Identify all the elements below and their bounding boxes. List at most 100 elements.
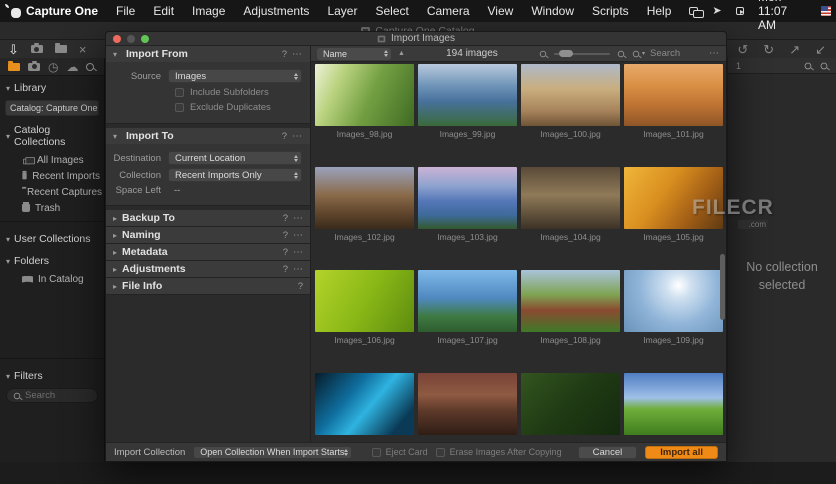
catalog-selector[interactable]: Catalog: Capture One Ca (5, 100, 99, 116)
sidebar-search-input[interactable] (25, 390, 85, 401)
menu-edit[interactable]: Edit (153, 4, 174, 18)
eject-card-row[interactable]: Eject Card (371, 447, 428, 457)
image-thumbnail[interactable] (418, 373, 517, 435)
sort-field-dropdown[interactable]: Name (317, 47, 391, 60)
menu-layer[interactable]: Layer (327, 4, 357, 18)
menu-view[interactable]: View (488, 4, 514, 18)
displays-icon[interactable] (689, 7, 705, 18)
zoom-window-button[interactable] (141, 35, 149, 43)
minimize-window-button[interactable] (127, 35, 135, 43)
image-thumbnail[interactable] (315, 373, 414, 435)
image-thumbnail[interactable] (624, 64, 723, 126)
image-thumbnail[interactable] (624, 373, 723, 435)
backup-to-header[interactable]: ▸ Backup To ? ⋯ (106, 210, 310, 227)
naming-header[interactable]: ▸ Naming ? ⋯ (106, 227, 310, 244)
include-subfolders-checkbox[interactable] (175, 88, 184, 97)
help-icon[interactable]: ? (283, 213, 288, 224)
menu-adjustments[interactable]: Adjustments (243, 4, 309, 18)
close-window-button[interactable] (113, 35, 121, 43)
import-arrow-icon[interactable]: ↙ (815, 43, 826, 56)
thumbnail-size-slider[interactable] (553, 50, 610, 57)
metadata-tab-icon[interactable] (86, 62, 95, 71)
eject-card-checkbox[interactable] (371, 447, 381, 457)
image-cell[interactable]: Images_107.jpg (418, 270, 517, 345)
menu-window[interactable]: Window (531, 4, 574, 18)
image-cell[interactable]: Images_106.jpg (315, 270, 414, 345)
image-cell[interactable]: Images_100.jpg (521, 64, 620, 139)
image-thumbnail[interactable] (418, 270, 517, 332)
more-icon[interactable]: ⋯ (293, 213, 303, 224)
import-images-icon[interactable]: ⇩ (8, 43, 19, 56)
image-cell[interactable]: Images_108.jpg (521, 270, 620, 345)
grid-scrollbar[interactable] (720, 254, 725, 320)
browser-search[interactable]: ▾ (632, 48, 702, 59)
more-icon[interactable]: ⋯ (293, 230, 303, 241)
library-tab-icon[interactable] (8, 60, 20, 71)
destination-dropdown[interactable]: Current Location (168, 151, 302, 165)
user-collections-header[interactable]: ▾ User Collections (0, 227, 104, 249)
undo-icon[interactable]: ↺ (737, 43, 748, 56)
import-to-header[interactable]: ▾ Import To ? ⋯ (106, 128, 310, 144)
collection-dropdown[interactable]: Recent Imports Only (168, 168, 302, 182)
menu-clock[interactable]: Mon 11:07 AM (758, 0, 807, 32)
sidebar-item-in-catalog[interactable]: In Catalog (0, 271, 104, 287)
edit-folder-icon[interactable] (54, 43, 67, 53)
import-from-header[interactable]: ▾ Import From ? ⋯ (106, 46, 310, 62)
sidebar-item-recent-captures[interactable]: Recent Captures (0, 184, 104, 200)
image-thumbnail[interactable] (521, 167, 620, 229)
image-thumbnail[interactable] (418, 64, 517, 126)
sidebar-item-trash[interactable]: Trash (0, 200, 104, 216)
metadata-header[interactable]: ▸ Metadata ? ⋯ (106, 244, 310, 261)
image-thumbnail[interactable] (418, 167, 517, 229)
menu-select[interactable]: Select (375, 4, 408, 18)
library-section-header[interactable]: ▾ Library (0, 76, 104, 98)
input-language-flag-icon[interactable] (820, 6, 831, 16)
image-cell[interactable]: Images_109.jpg (624, 270, 723, 345)
erase-images-checkbox[interactable] (435, 447, 445, 457)
help-icon[interactable]: ? (298, 281, 303, 292)
image-thumbnail[interactable] (315, 64, 414, 126)
image-thumbnail[interactable] (624, 270, 723, 332)
sidebar-item-all-images[interactable]: All Images (0, 152, 104, 168)
more-icon[interactable]: ⋯ (293, 264, 303, 275)
redo-icon[interactable]: ↻ (763, 43, 774, 56)
image-cell[interactable]: Images_103.jpg (418, 167, 517, 242)
more-icon[interactable]: ⋯ (292, 49, 303, 60)
sidebar-search[interactable] (6, 388, 98, 403)
import-collection-dropdown[interactable]: Open Collection When Import Starts (193, 445, 353, 459)
erase-images-row[interactable]: Erase Images After Copying (435, 447, 562, 457)
image-cell[interactable]: Images_104.jpg (521, 167, 620, 242)
image-thumbnail[interactable] (315, 270, 414, 332)
image-thumbnail[interactable] (521, 270, 620, 332)
image-cell[interactable]: Images_99.jpg (418, 64, 517, 139)
zoom-out-icon[interactable] (539, 50, 547, 57)
image-cell[interactable] (315, 373, 414, 442)
help-icon[interactable]: ? (283, 230, 288, 241)
exclude-duplicates-checkbox[interactable] (175, 103, 184, 112)
capture-camera-icon[interactable] (30, 43, 43, 53)
help-icon[interactable]: ? (282, 49, 287, 60)
slider-thumb[interactable] (558, 50, 573, 57)
menu-scripts[interactable]: Scripts (592, 4, 629, 18)
browser-more-icon[interactable]: ⋯ (709, 48, 720, 59)
image-thumbnail[interactable] (315, 167, 414, 229)
zoom-search-icon[interactable] (804, 62, 812, 69)
adjustments-header[interactable]: ▸ Adjustments ? ⋯ (106, 261, 310, 278)
menu-image[interactable]: Image (192, 4, 225, 18)
image-thumbnail[interactable] (521, 373, 620, 435)
image-thumbnail[interactable] (521, 64, 620, 126)
color-tab-icon[interactable]: ☁ (66, 61, 78, 73)
import-all-button[interactable]: Import all (645, 445, 718, 459)
capture-tab-icon[interactable] (28, 60, 40, 71)
screen-mirroring-icon[interactable] (735, 7, 745, 15)
zoom-in-icon[interactable] (617, 50, 625, 57)
sidebar-item-recent-imports[interactable]: Recent Imports (0, 168, 104, 184)
more-icon[interactable]: ⋯ (292, 131, 303, 142)
menu-camera[interactable]: Camera (427, 4, 470, 18)
image-cell[interactable]: Images_101.jpg (624, 64, 723, 139)
catalog-collections-header[interactable]: ▾ Catalog Collections (0, 118, 104, 152)
image-cell[interactable] (521, 373, 620, 442)
image-thumbnail[interactable] (624, 167, 723, 229)
image-cell[interactable] (418, 373, 517, 442)
filters-header[interactable]: ▾ Filters (0, 364, 104, 386)
